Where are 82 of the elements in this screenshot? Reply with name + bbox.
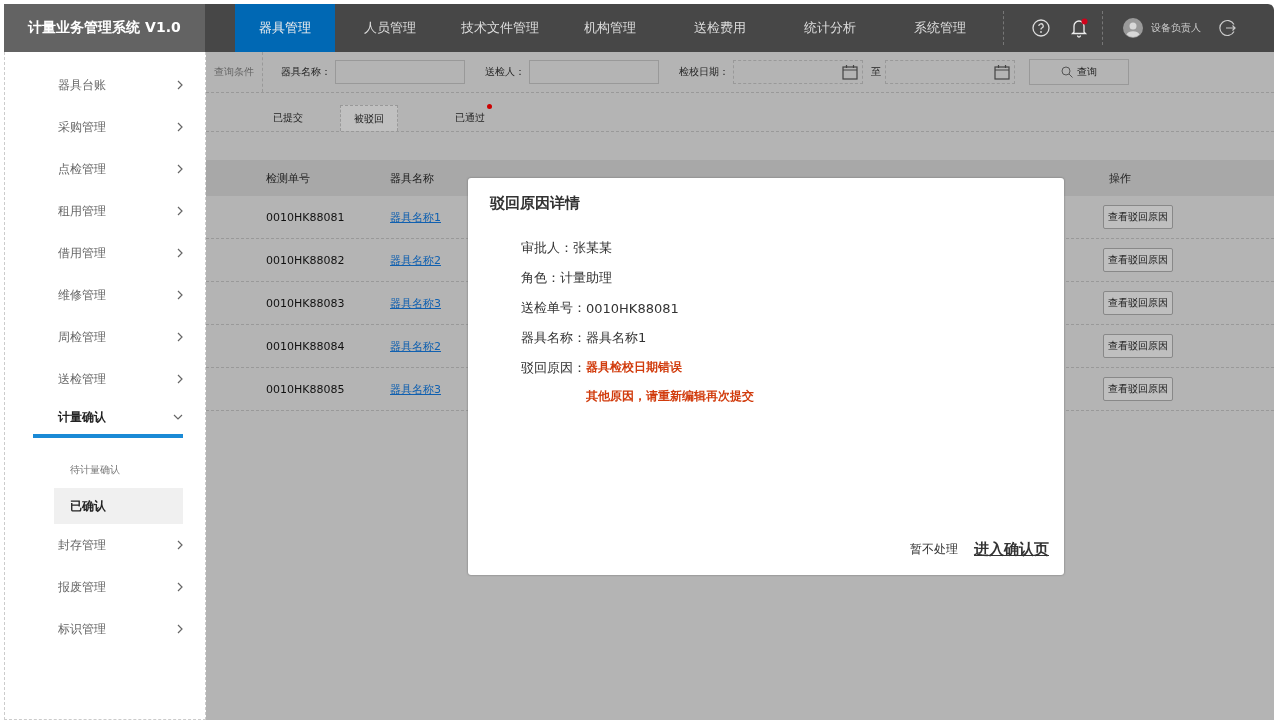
sidebar-item[interactable]: 送检管理 [58,358,183,400]
app-title: 计量业务管理系统 V1.0 [4,4,205,52]
chevron-right-icon [177,206,183,216]
sidebar-item[interactable]: 维修管理 [58,274,183,316]
chevron-right-icon [177,248,183,258]
search-icon [1061,66,1073,78]
view-reason-button[interactable]: 查看驳回原因 [1103,248,1173,272]
nav-tab[interactable]: 人员管理 [335,4,445,52]
nav-tab[interactable]: 送检费用 [665,4,775,52]
nav-tab[interactable]: 机构管理 [555,4,665,52]
filter-label: 查询条件 [213,65,255,79]
sidebar-item[interactable]: 计量确认 [33,400,183,438]
sidebar-item[interactable]: 采购管理 [58,106,183,148]
view-reason-button[interactable]: 查看驳回原因 [1103,291,1173,315]
sidebar-item[interactable]: 点检管理 [58,148,183,190]
chevron-right-icon [177,582,183,592]
table-cell-text: 0010HK88083 [265,296,346,310]
detail-value: 0010HK88081 [586,300,679,316]
tab[interactable]: 已通过 [418,105,522,131]
nav-tab[interactable]: 统计分析 [775,4,885,52]
detail-value: 器具名称1 [586,329,647,347]
sidebar-item[interactable]: 标识管理 [58,608,183,650]
date-field[interactable] [733,60,863,84]
field-label: 送检人： [485,65,525,79]
sidebar-item[interactable]: 租用管理 [58,190,183,232]
search-button[interactable]: 查询 [1029,59,1129,85]
field-label: 器具名称： [281,65,331,79]
input-field[interactable] [335,60,465,84]
calendar-icon [842,64,858,80]
calendar-icon [994,64,1010,80]
column-header: 检测单号 [265,170,311,186]
sidebar-item[interactable]: 借用管理 [58,232,183,274]
detail-label: 审批人： [521,239,573,257]
table-cell-text: 0010HK88085 [265,382,346,396]
sidebar-item[interactable]: 周检管理 [58,316,183,358]
nav-tab[interactable]: 器具管理 [235,4,335,52]
detail-value: 张某某 [573,239,612,257]
reason-text: 其他原因，请重新编辑再次提交 [586,388,754,405]
dialog-title: 驳回原因详情 [488,193,581,213]
input-field[interactable] [529,60,659,84]
logout-icon[interactable] [1219,19,1237,37]
view-reason-button[interactable]: 查看驳回原因 [1103,377,1173,401]
date-field[interactable] [885,60,1015,84]
table-cell-text: 0010HK88081 [265,210,346,224]
chevron-right-icon [177,374,183,384]
sidebar-item[interactable]: 报废管理 [58,566,183,608]
chevron-right-icon [177,290,183,300]
detail-label: 器具名称： [521,329,586,347]
nav-tab[interactable]: 技术文件管理 [445,4,555,52]
detail-label: 角色： [521,269,560,287]
detail-value: 计量助理 [560,269,612,287]
view-reason-button[interactable]: 查看驳回原因 [1103,334,1173,358]
chevron-right-icon [177,332,183,342]
chevron-right-icon [177,624,183,634]
chevron-down-icon [173,414,183,420]
bell-icon[interactable] [1070,18,1088,38]
reason-text: 器具检校日期错误 [586,359,683,376]
field-label: 检校日期： [679,65,729,79]
detail-label: 送检单号： [521,299,586,317]
table-cell-text: 0010HK88082 [265,253,346,267]
table-cell-text: 0010HK88084 [265,339,346,353]
sidebar-subitem[interactable]: 已确认 [54,488,183,524]
range-separator: 至 [871,65,881,79]
tab[interactable]: 已提交 [236,105,340,131]
chevron-right-icon [177,540,183,550]
chevron-right-icon [177,80,183,90]
chevron-right-icon [177,122,183,132]
cancel-link[interactable]: 暂不处理 [910,541,958,558]
help-icon[interactable] [1032,19,1050,37]
avatar-icon[interactable] [1123,18,1143,38]
confirm-link[interactable]: 进入确认页 [974,540,1049,559]
column-header: 操作 [1108,170,1132,186]
sidebar-item[interactable]: 器具台账 [58,64,183,106]
user-name[interactable]: 设备负责人 [1151,21,1201,35]
nav-tab[interactable]: 系统管理 [885,4,995,52]
detail-label: 驳回原因： [521,359,586,377]
view-reason-button[interactable]: 查看驳回原因 [1103,205,1173,229]
sidebar-subitem[interactable]: 待计量确认 [54,452,183,488]
tab[interactable]: 被驳回 [340,105,398,131]
column-header: 器具名称 [390,170,435,186]
chevron-right-icon [177,164,183,174]
sidebar-item[interactable]: 封存管理 [58,524,183,566]
